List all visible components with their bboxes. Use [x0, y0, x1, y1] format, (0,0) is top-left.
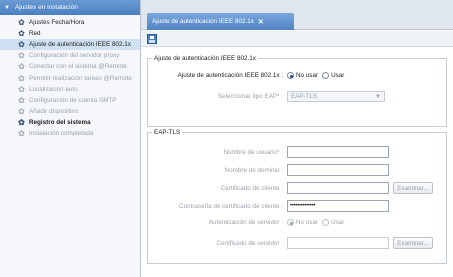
chevron-down-icon: ▼: [375, 94, 381, 100]
main-content: Ajuste de autenticación IEEE 802.1x Ajus…: [141, 47, 453, 277]
ieee-auth-legend: Ajuste de autenticación IEEE 802.1x: [154, 55, 256, 62]
sidebar-item[interactable]: ✿ Registro del sistema: [0, 117, 140, 128]
radio-no-usar[interactable]: No usar: [287, 72, 318, 79]
sidebar-item-label: Red: [29, 30, 41, 38]
gear-icon: ✿: [18, 51, 25, 61]
sidebar-item-label: Añadir dispositivo: [29, 107, 79, 115]
radio-usar-label: Usar: [331, 72, 345, 79]
server-radio-usar[interactable]: Usar: [322, 219, 344, 226]
tab-bar: Ajuste de autenticación IEEE 802.1x ✕: [141, 0, 453, 30]
tab-ieee8021x[interactable]: Ajuste de autenticación IEEE 802.1x ✕: [147, 13, 294, 30]
sidebar-item-label: Permitir realización tareas @Remote: [29, 74, 132, 82]
sidebar-item[interactable]: ✿ Configuración del servidor proxy: [0, 50, 140, 61]
sidebar-item[interactable]: ✿ Localización auto: [0, 84, 140, 95]
server-radio-no-usar[interactable]: No usar: [287, 219, 318, 226]
gear-icon: ✿: [18, 73, 25, 83]
eap-type-row: Seleccionar tipo EAP* : EAP-TLS ▼: [152, 91, 385, 102]
client-cert-row: Certificado de cliente : Examinar...: [152, 182, 433, 194]
server-auth-label: Autenticación de servidor :: [208, 219, 283, 226]
ieee-auth-fieldset: Ajuste de autenticación IEEE 802.1x Ajus…: [147, 55, 447, 127]
server-cert-label: Certificado de servidor :: [216, 239, 284, 247]
eap-type-label: Seleccionar tipo EAP* :: [217, 93, 283, 100]
gear-icon: ✿: [18, 84, 25, 94]
server-auth-row: Autenticación de servidor : No usar Usar: [152, 219, 348, 226]
eap-tls-fieldset: EAP-TLS Nombre de usuario* : Nombre de d…: [147, 129, 447, 264]
gear-icon: ✿: [18, 106, 25, 116]
sidebar-item[interactable]: ✿ Configuración de cuenta SMTP: [0, 95, 140, 106]
radio-dot: [322, 219, 330, 226]
sidebar-item[interactable]: ✿ Red: [0, 28, 140, 39]
eap-type-select[interactable]: EAP-TLS ▼: [287, 91, 385, 102]
sidebar-item-label: Ajuste de autenticación IEEE 802.1x: [29, 41, 131, 49]
domain-row: Nombre de dominio :: [152, 164, 389, 176]
sidebar-item[interactable]: ✿ Permitir realización tareas @Remote: [0, 72, 140, 83]
browse-client-cert-button[interactable]: Examinar...: [393, 182, 433, 194]
password-row: Contraseña de certificado de cliente : •…: [152, 200, 389, 212]
username-row: Nombre de usuario* :: [152, 146, 389, 158]
server-cert-row: Certificado de servidor : Examinar...: [152, 237, 433, 249]
radio-no-usar-label: No usar: [296, 72, 319, 79]
sidebar-item-label: Instalación completada: [29, 129, 94, 137]
gear-icon: ✿: [18, 128, 25, 138]
auth-row: Ajuste de autenticación IEEE 802.1x : No…: [152, 72, 348, 79]
auth-label: Ajuste de autenticación IEEE 802.1x :: [177, 72, 283, 79]
browse-server-cert-button[interactable]: Examinar...: [393, 237, 433, 249]
toolbar: [141, 31, 453, 47]
sidebar-item-label: Ajustes Fecha/Hora: [29, 19, 85, 27]
radio-usar[interactable]: Usar: [322, 72, 344, 79]
gear-icon: ✿: [18, 18, 25, 28]
username-field[interactable]: [287, 146, 389, 158]
password-field[interactable]: ••••••••••••••: [287, 200, 389, 212]
close-icon[interactable]: ✕: [258, 18, 264, 26]
sidebar-item[interactable]: ✿ Ajuste de autenticación IEEE 802.1x: [0, 39, 140, 51]
server-radio-usar-label: Usar: [331, 219, 345, 226]
sidebar-item-label: Configuración del servidor proxy: [29, 52, 120, 60]
sidebar-item-label: Localización auto: [29, 85, 78, 93]
eap-tls-legend: EAP-TLS: [154, 129, 181, 136]
sidebar-header-label: Ajustes en instalación: [14, 4, 78, 11]
gear-icon: ✿: [18, 62, 25, 72]
sidebar-item[interactable]: ✿ Ajustes Fecha/Hora: [0, 17, 140, 28]
server-cert-field[interactable]: [287, 237, 389, 249]
sidebar-item-label: Configuración de cuenta SMTP: [29, 96, 117, 104]
radio-dot-selected: [287, 72, 294, 79]
sidebar-item-label: Conectar con el sistema @Remote: [29, 63, 127, 71]
client-cert-field[interactable]: [287, 182, 389, 194]
domain-label: Nombre de dominio :: [224, 166, 283, 174]
username-label: Nombre de usuario* :: [223, 148, 283, 156]
sidebar-list: ✿ Ajustes Fecha/Hora ✿ Red ✿ Ajuste de autent…: [0, 15, 140, 139]
gear-icon: ✿: [18, 117, 25, 127]
gear-icon: ✿: [18, 40, 25, 50]
chevron-down-icon: ▼: [4, 4, 10, 11]
save-icon[interactable]: [147, 34, 157, 44]
domain-field[interactable]: [287, 164, 389, 176]
radio-dot: [322, 72, 330, 79]
sidebar-header[interactable]: ▼ Ajustes en instalación: [0, 0, 140, 15]
sidebar-item[interactable]: ✿ Añadir dispositivo: [0, 106, 140, 117]
sidebar-item[interactable]: ✿ Conectar con el sistema @Remote: [0, 61, 140, 72]
sidebar-item[interactable]: ✿ Instalación completada: [0, 128, 140, 139]
tab-label: Ajuste de autenticación IEEE 802.1x: [152, 18, 254, 25]
sidebar: ▼ Ajustes en instalación ✿ Ajustes Fecha/…: [0, 0, 141, 277]
eap-type-value: EAP-TLS: [291, 93, 318, 100]
server-radio-no-usar-label: No usar: [296, 219, 319, 226]
gear-icon: ✿: [18, 95, 25, 105]
gear-icon: ✿: [18, 29, 25, 39]
radio-dot-selected: [287, 219, 294, 226]
sidebar-item-label: Registro del sistema: [29, 118, 91, 126]
password-label: Contraseña de certificado de cliente :: [179, 202, 283, 210]
client-cert-label: Certificado de cliente :: [220, 184, 283, 192]
